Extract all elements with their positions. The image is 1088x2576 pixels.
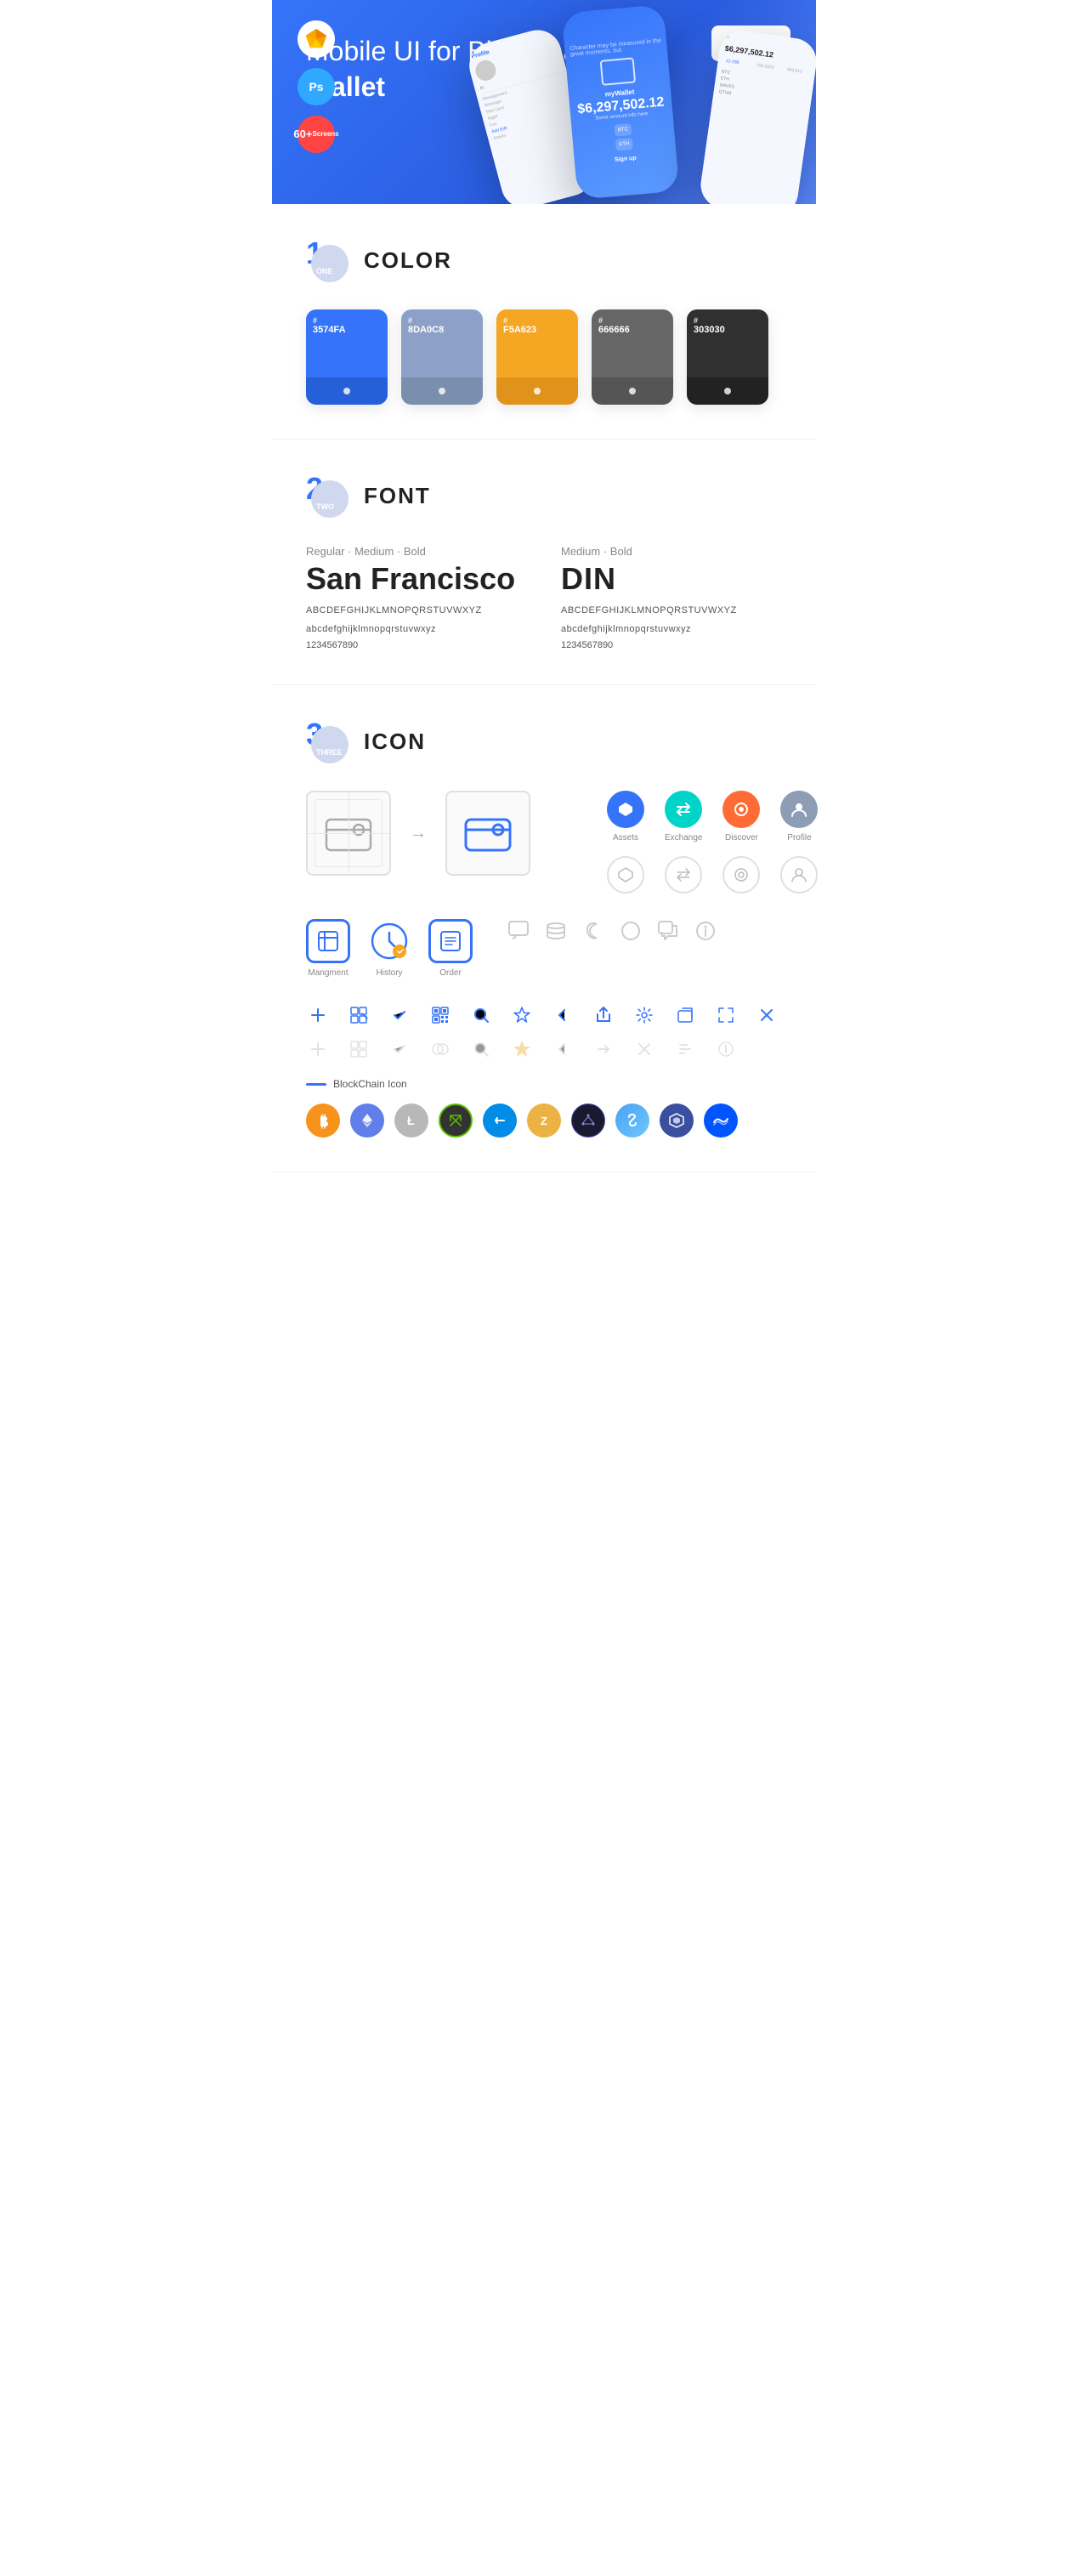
- litecoin-icon: Ł: [394, 1104, 428, 1138]
- svg-text:Ł: Ł: [407, 1114, 415, 1127]
- app-icon-history: History: [367, 919, 411, 978]
- order-icon: [428, 919, 473, 963]
- resize-icon: [714, 1003, 738, 1027]
- nav-icon-assets-outline: [607, 856, 644, 894]
- blockchain-label: BlockChain Icon: [306, 1078, 782, 1090]
- tool-icons-gray: [306, 1037, 782, 1061]
- section-header-font: 2 TWO FONT: [306, 474, 782, 518]
- search-icon[interactable]: [469, 1003, 493, 1027]
- chat-icon: [507, 919, 530, 943]
- swatch-black: # 303030: [687, 309, 768, 405]
- color-section: 1 ONE COLOR # 3574FA # 8DA0C8: [272, 204, 816, 440]
- section-num-1: 1 ONE: [306, 238, 350, 282]
- icon-title: ICON: [364, 729, 426, 755]
- swatch-blue: # 3574FA: [306, 309, 388, 405]
- steem-icon: [615, 1104, 649, 1138]
- zcash-icon: Z: [527, 1104, 561, 1138]
- swatch-orange: # F5A623: [496, 309, 578, 405]
- bitcoin-icon: [306, 1104, 340, 1138]
- exchange-outline-icon: [665, 856, 702, 894]
- crescent-icon: [581, 919, 605, 943]
- box-arrow-icon: [673, 1003, 697, 1027]
- swatch-dark-gray: # 666666: [592, 309, 673, 405]
- plus-icon: [306, 1003, 330, 1027]
- app-icon-order: Order: [428, 919, 473, 978]
- profile-outline-icon: [780, 856, 818, 894]
- icon-row-1: →: [306, 791, 782, 894]
- nav-icon-exchange-outline: [665, 856, 702, 894]
- nav-icon-profile: Profile: [780, 791, 818, 843]
- ethereum-icon: [350, 1104, 384, 1138]
- section-header-icon: 3 THREE ICON: [306, 719, 782, 763]
- icon-final-box: [445, 791, 530, 876]
- icon-section: 3 THREE ICON: [272, 685, 816, 1172]
- blockchain-line-accent: [306, 1083, 326, 1086]
- arrow-right-icon: →: [408, 823, 428, 843]
- section-num-2: 2 TWO: [306, 474, 350, 518]
- tool-icons-blue: [306, 1003, 782, 1027]
- ps-badge: Ps: [298, 68, 335, 105]
- nav-icons-group: Assets Exchange: [607, 791, 818, 894]
- phone-3: + ··· $6,297,502.12 12-298 708-2003 564,…: [698, 28, 816, 204]
- nuls-icon: [660, 1104, 694, 1138]
- color-title: COLOR: [364, 247, 452, 274]
- font-title: FONT: [364, 483, 431, 509]
- check-icon: [388, 1003, 411, 1027]
- font-sf: Regular · Medium · Bold San Francisco AB…: [306, 545, 527, 650]
- assets-icon: [607, 791, 644, 828]
- nav-icon-exchange: Exchange: [665, 791, 702, 843]
- font-din: Medium · Bold DIN ABCDEFGHIJKLMNOPQRSTUV…: [561, 545, 782, 650]
- back-icon[interactable]: [551, 1003, 575, 1027]
- section-header-color: 1 ONE COLOR: [306, 238, 782, 282]
- nav-icon-assets: Assets: [607, 791, 644, 843]
- star-filled-icon: [510, 1037, 534, 1061]
- discover-icon: [722, 791, 760, 828]
- icon-construction: →: [306, 791, 530, 876]
- swatch-gray-blue: # 8DA0C8: [401, 309, 483, 405]
- waves-icon: [704, 1104, 738, 1138]
- assets-outline-icon: [607, 856, 644, 894]
- phones-mockup: Profile AI Management Message Red Card N…: [476, 0, 816, 204]
- icon-guide-box: [306, 791, 391, 876]
- management-icon: [306, 919, 350, 963]
- grid-icon: [571, 1104, 605, 1138]
- app-icons-row: Mangment History: [306, 919, 782, 978]
- discover-outline-icon: [722, 856, 760, 894]
- history-icon: [367, 919, 411, 963]
- grid-edit-icon: [347, 1003, 371, 1027]
- profile-icon: [780, 791, 818, 828]
- circle-icon: [619, 919, 643, 943]
- exchange-icon: [665, 791, 702, 828]
- svg-text:Z: Z: [541, 1115, 547, 1127]
- nav-icon-discover: Discover: [722, 791, 760, 843]
- star-icon: [510, 1003, 534, 1027]
- color-swatches: # 3574FA # 8DA0C8 # F5A623: [306, 309, 782, 405]
- qr-icon: [428, 1003, 452, 1027]
- settings-icon[interactable]: [632, 1003, 656, 1027]
- sketch-badge: [298, 20, 335, 58]
- misc-icons-row: [507, 919, 717, 943]
- neo-icon: [439, 1104, 473, 1138]
- info-icon: [694, 919, 717, 943]
- font-grid: Regular · Medium · Bold San Francisco AB…: [306, 545, 782, 650]
- nav-icon-profile-outline: [780, 856, 818, 894]
- share-icon[interactable]: [592, 1003, 615, 1027]
- screens-badge: 60+ Screens: [298, 116, 335, 153]
- section-num-3: 3 THREE: [306, 719, 350, 763]
- content-area: 1 ONE COLOR # 3574FA # 8DA0C8: [272, 204, 816, 1172]
- stack-icon: [544, 919, 568, 943]
- close-icon[interactable]: [755, 1003, 779, 1027]
- dash-icon: [483, 1104, 517, 1138]
- crypto-icons-row: Ł Z: [306, 1104, 782, 1138]
- hero-section: Mobile UI for Blockchain Wallet UI Kit P…: [272, 0, 816, 204]
- speech-bubble-icon: [656, 919, 680, 943]
- nav-icon-discover-outline: [722, 856, 760, 894]
- app-icon-management: Mangment: [306, 919, 350, 978]
- font-section: 2 TWO FONT Regular · Medium · Bold San F…: [272, 440, 816, 685]
- phone-2: Character may be measured in the great m…: [562, 4, 680, 200]
- hero-badges: Ps 60+ Screens: [298, 20, 335, 153]
